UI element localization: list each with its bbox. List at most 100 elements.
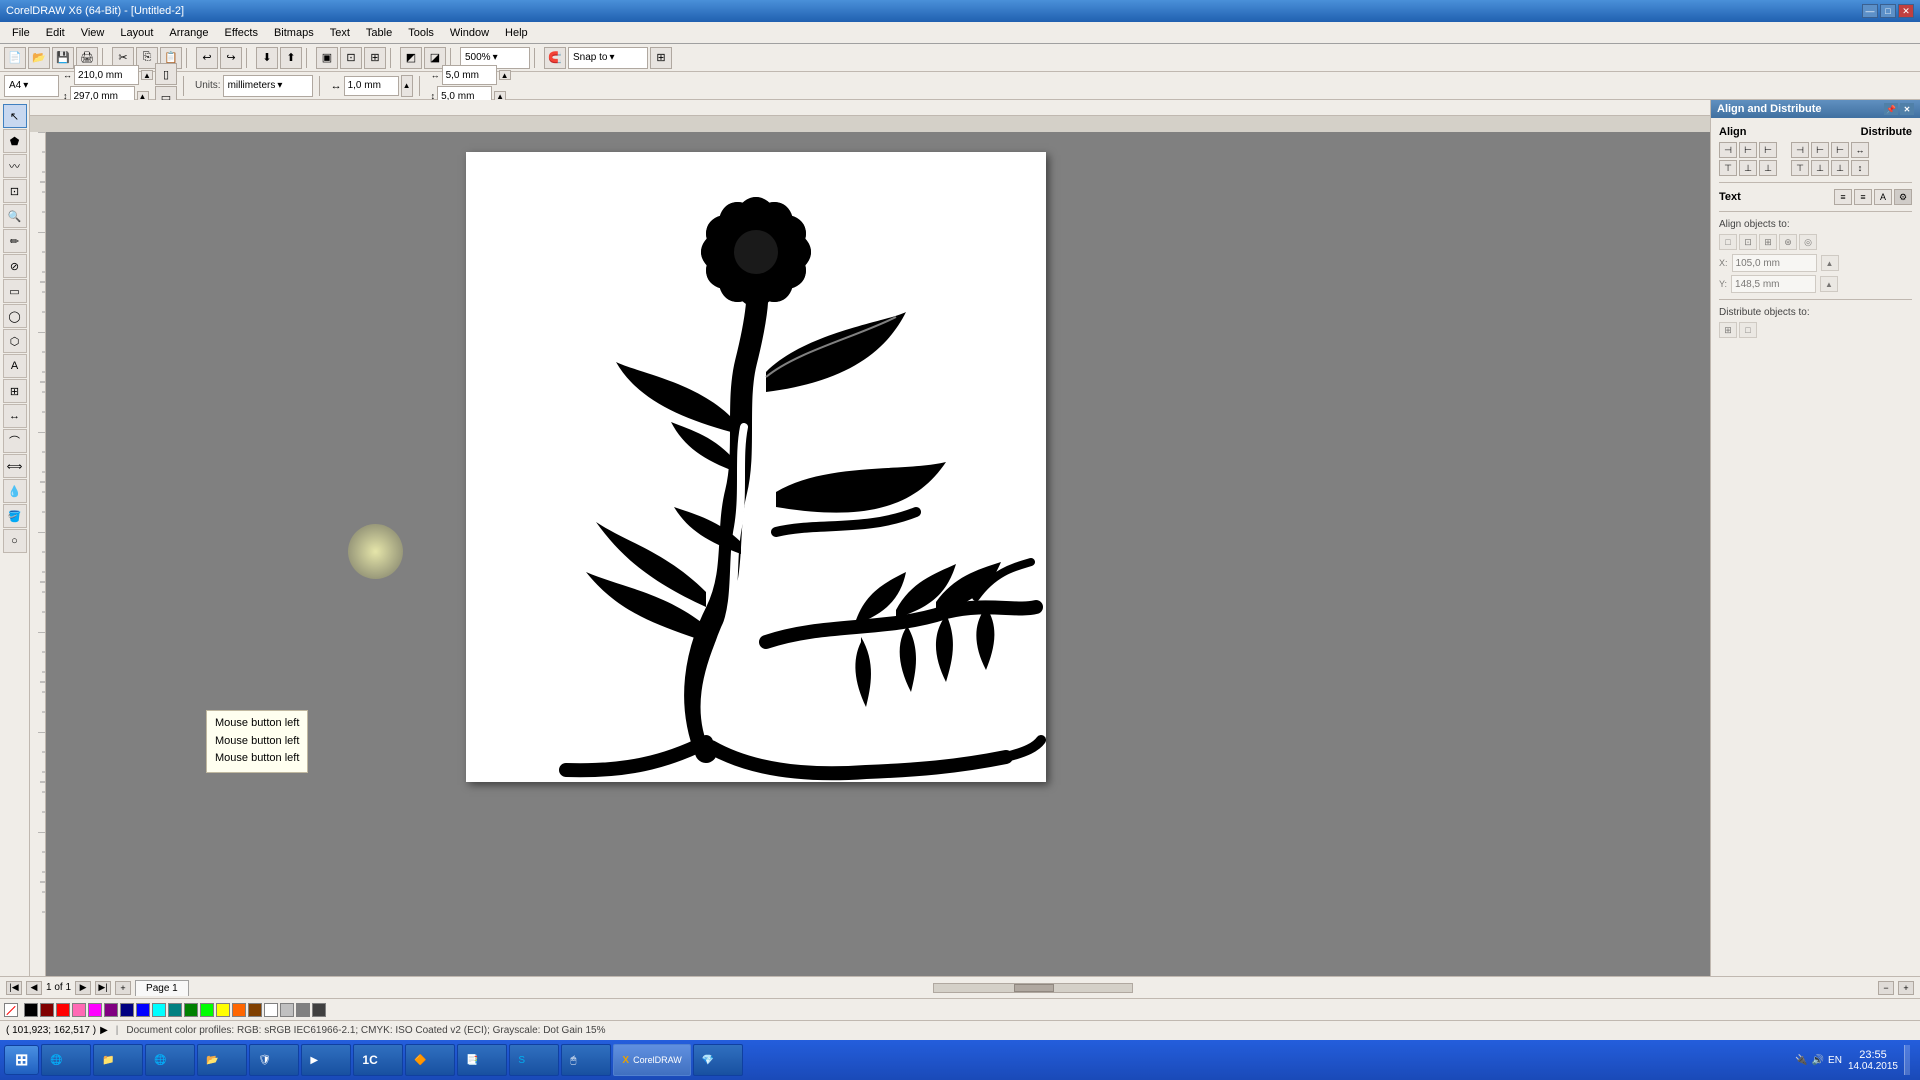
menu-help[interactable]: Help (497, 25, 536, 41)
snap-x-spin[interactable]: ▲ (499, 70, 511, 80)
volume-icon[interactable]: 🔊 (1812, 1055, 1824, 1066)
smart-fill-tool[interactable]: ⊘ (3, 254, 27, 278)
view-quality-1[interactable]: ◩ (400, 47, 422, 69)
last-page-button[interactable]: ▶| (95, 981, 111, 995)
snap-to-dropdown[interactable]: Snap to ▾ (568, 47, 648, 69)
color-orange[interactable] (232, 1003, 246, 1017)
keyboard-icon[interactable]: EN (1828, 1055, 1842, 1066)
color-pink[interactable] (72, 1003, 86, 1017)
taskbar-ie[interactable]: 🌐 (145, 1044, 195, 1076)
new-button[interactable]: 📄 (4, 47, 26, 69)
canvas-viewport[interactable]: Mouse button left Mouse button left Mous… (46, 132, 1710, 976)
text-format-button[interactable]: A (1874, 189, 1892, 205)
dist-top-button[interactable]: ⊤ (1791, 160, 1809, 176)
dist-left-button[interactable]: ⊣ (1791, 142, 1809, 158)
align-center-v-button[interactable]: ⊥ (1739, 160, 1757, 176)
taskbar-cursorapp[interactable]: 🖱 (561, 1044, 611, 1076)
y-coord-input[interactable] (1731, 275, 1816, 293)
h-scroll-thumb[interactable] (1014, 984, 1054, 992)
units-dropdown[interactable]: millimeters ▾ (223, 75, 313, 97)
select-tool[interactable]: ↖ (3, 104, 27, 128)
freehand-tool[interactable]: ✏ (3, 229, 27, 253)
show-location-button[interactable]: ▶ (100, 1025, 108, 1036)
width-input[interactable] (74, 65, 139, 85)
color-yellow[interactable] (216, 1003, 230, 1017)
align-right-button[interactable]: ⊢ (1759, 142, 1777, 158)
color-dark-cyan[interactable] (168, 1003, 182, 1017)
undo-button[interactable]: ↩ (196, 47, 218, 69)
view-mode-1[interactable]: ▣ (316, 47, 338, 69)
taskbar-windows-explorer[interactable]: 📂 (197, 1044, 247, 1076)
panel-pin-button[interactable]: 📌 (1884, 103, 1898, 115)
start-button[interactable]: ⊞ (4, 1045, 39, 1075)
shape-tool[interactable]: ⬟ (3, 129, 27, 153)
no-fill-swatch[interactable] (4, 1003, 18, 1017)
close-button[interactable]: ✕ (1898, 4, 1914, 18)
menu-bitmaps[interactable]: Bitmaps (266, 25, 322, 41)
y-spin-up[interactable]: ▲ (1820, 276, 1838, 292)
x-coord-input[interactable] (1732, 254, 1817, 272)
first-page-button[interactable]: |◀ (6, 981, 22, 995)
zoom-tool[interactable]: 🔍 (3, 204, 27, 228)
eyedropper-tool[interactable]: 💧 (3, 479, 27, 503)
portrait-button[interactable]: ▯ (155, 63, 177, 85)
dist-bottom-button[interactable]: ⊥ (1831, 160, 1849, 176)
align-to-active-button[interactable]: ◎ (1799, 234, 1817, 250)
snap-x-input[interactable] (442, 65, 497, 85)
ellipse-tool[interactable]: ◯ (3, 304, 27, 328)
menu-text[interactable]: Text (322, 25, 358, 41)
taskbar-app2[interactable]: 💎 (693, 1044, 743, 1076)
panel-close-button[interactable]: ✕ (1900, 103, 1914, 115)
menu-table[interactable]: Table (358, 25, 400, 41)
dist-spacing-h-button[interactable]: ↔ (1851, 142, 1869, 158)
dist-spacing-v-button[interactable]: ↕ (1851, 160, 1869, 176)
color-red[interactable] (56, 1003, 70, 1017)
page-1-tab[interactable]: Page 1 (135, 980, 189, 996)
fill-tool[interactable]: 🪣 (3, 504, 27, 528)
color-light-gray[interactable] (280, 1003, 294, 1017)
menu-arrange[interactable]: Arrange (161, 25, 216, 41)
align-bottom-button[interactable]: ⊥ (1759, 160, 1777, 176)
align-to-selection-button[interactable]: ⊞ (1759, 234, 1777, 250)
width-up[interactable]: ▲ (141, 70, 153, 80)
color-white[interactable] (264, 1003, 278, 1017)
color-dark-green[interactable] (184, 1003, 198, 1017)
color-dark-blue[interactable] (120, 1003, 134, 1017)
blend-tool[interactable]: ⟺ (3, 454, 27, 478)
horizontal-scrollbar[interactable] (933, 983, 1133, 993)
dist-to-selection-button[interactable]: ⊞ (1719, 322, 1737, 338)
add-page-button[interactable]: + (115, 981, 131, 995)
dist-center-v-button[interactable]: ⊥ (1811, 160, 1829, 176)
text-tool[interactable]: A (3, 354, 27, 378)
menu-effects[interactable]: Effects (217, 25, 266, 41)
view-mode-2[interactable]: ⊡ (340, 47, 362, 69)
page-size-dropdown[interactable]: A4 ▾ (4, 75, 59, 97)
view-mode-3[interactable]: ⊞ (364, 47, 386, 69)
zoom-in-button[interactable]: + (1898, 981, 1914, 995)
nudge-spin[interactable]: ▲ (401, 75, 413, 97)
zoom-out-button[interactable]: − (1878, 981, 1894, 995)
align-center-h-button[interactable]: ⊢ (1739, 142, 1757, 158)
polygon-tool[interactable]: ⬡ (3, 329, 27, 353)
color-dark-red[interactable] (40, 1003, 54, 1017)
taskbar-skype[interactable]: S (509, 1044, 559, 1076)
color-gray[interactable] (296, 1003, 310, 1017)
open-button[interactable]: 📂 (28, 47, 50, 69)
color-black[interactable] (24, 1003, 38, 1017)
align-top-button[interactable]: ⊤ (1719, 160, 1737, 176)
taskbar-1c[interactable]: 1С (353, 1044, 403, 1076)
text-options-button[interactable]: ⚙ (1894, 189, 1912, 205)
crop-tool[interactable]: ⊡ (3, 179, 27, 203)
drawing-canvas[interactable] (466, 152, 1046, 782)
export-button[interactable]: ⬆ (280, 47, 302, 69)
dist-right-button[interactable]: ⊢ (1831, 142, 1849, 158)
dist-center-h-button[interactable]: ⊢ (1811, 142, 1829, 158)
align-to-center-button[interactable]: ⊛ (1779, 234, 1797, 250)
color-blue[interactable] (136, 1003, 150, 1017)
taskbar-antivirus[interactable]: 🛡 (249, 1044, 299, 1076)
menu-edit[interactable]: Edit (38, 25, 73, 41)
nudge-input[interactable] (344, 76, 399, 96)
network-icon[interactable]: 🔌 (1795, 1055, 1807, 1066)
redo-button[interactable]: ↪ (220, 47, 242, 69)
taskbar-explorer-file[interactable]: 📁 (93, 1044, 143, 1076)
